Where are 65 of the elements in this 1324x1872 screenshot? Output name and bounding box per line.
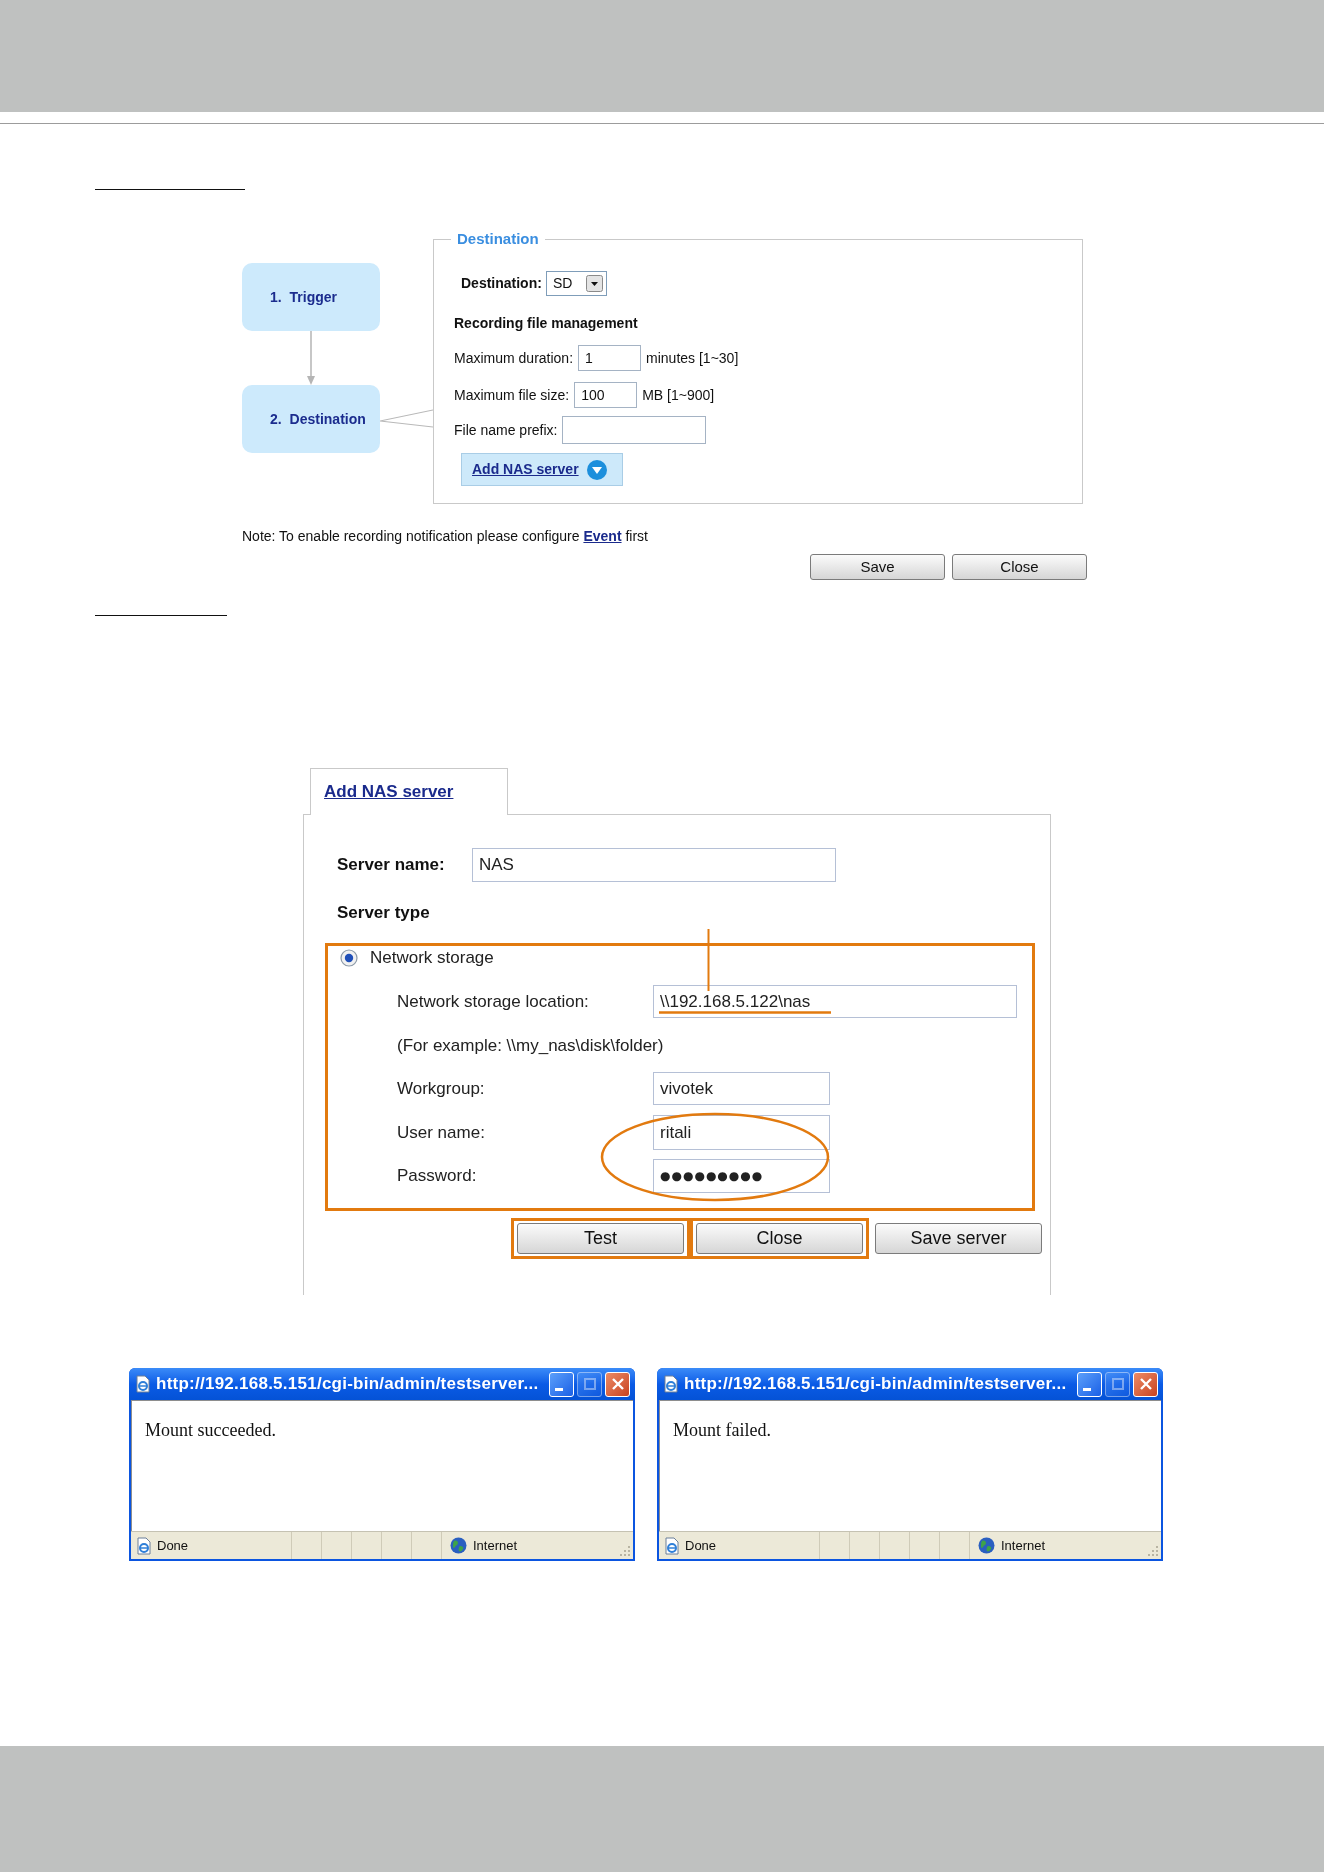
dialog-button[interactable]: Save server: [875, 1223, 1042, 1254]
dialog-button[interactable]: Close: [696, 1223, 863, 1254]
text-field[interactable]: 1: [578, 345, 642, 371]
zone-text: Internet: [473, 1536, 518, 1555]
window-title: http://192.168.5.151/cgi-bin/admin/testserver...: [156, 1374, 539, 1394]
callout-connector: [380, 409, 433, 428]
option-label: Network storage: [370, 947, 494, 970]
globe-icon: [978, 1537, 995, 1554]
connector-arrow: [306, 331, 316, 385]
close-icon: [611, 1378, 624, 1390]
field-label: Destination:: [461, 274, 542, 293]
minimize-button[interactable]: [549, 1371, 574, 1397]
status-text: Done: [157, 1536, 189, 1555]
unit-text: MB [1~900]: [642, 385, 715, 405]
down-triangle-circle-icon: [586, 459, 607, 480]
maximize-icon: [1111, 1378, 1124, 1390]
step-box[interactable]: 1. Trigger: [242, 263, 380, 331]
window-title: http://192.168.5.151/cgi-bin/admin/testserver...: [684, 1374, 1067, 1394]
text-field[interactable]: ritali: [653, 1115, 830, 1150]
example-text: (For example: \\my_nas\disk\folder): [397, 1035, 664, 1057]
text-field[interactable]: 100: [574, 382, 638, 408]
field-label: Maximum file size:: [454, 385, 570, 405]
section-title: Server type: [337, 903, 430, 923]
minimize-button[interactable]: [1077, 1371, 1102, 1397]
add-nas-server-tab[interactable]: Add NAS server: [310, 768, 508, 815]
unit-text: minutes [1~30]: [646, 348, 739, 368]
status-text: Done: [685, 1536, 717, 1555]
globe-icon: [450, 1537, 467, 1554]
page-icon: [663, 1536, 681, 1555]
resize-grip-icon: [1147, 1545, 1159, 1557]
step-box[interactable]: 2. Destination: [242, 385, 380, 453]
field-label: Maximum duration:: [454, 348, 574, 368]
text-field[interactable]: \\192.168.5.122\nas: [653, 985, 1017, 1018]
radio-button[interactable]: [340, 949, 358, 967]
field-label: Server name:: [337, 854, 446, 877]
minimize-icon: [555, 1387, 563, 1391]
page-icon: [134, 1375, 152, 1393]
page-icon: [135, 1536, 153, 1555]
zone-text: Internet: [1001, 1536, 1046, 1555]
destination-select[interactable]: SD: [545, 271, 607, 296]
add-nas-server-button[interactable]: Add NAS server: [461, 453, 623, 486]
close-icon: [1139, 1378, 1152, 1390]
text-field[interactable]: vivotek: [653, 1072, 830, 1105]
dialog-button[interactable]: Test: [517, 1223, 684, 1254]
section-title: Recording file management: [454, 314, 639, 332]
event-link[interactable]: Event: [583, 528, 622, 544]
field-label: User name:: [397, 1121, 486, 1144]
resize-grip-icon: [619, 1545, 631, 1557]
dialog-button[interactable]: Save: [810, 554, 945, 580]
page-icon: [662, 1375, 680, 1393]
text-field[interactable]: ●●●●●●●●●: [653, 1159, 830, 1193]
message-text: Mount succeeded.: [145, 1419, 277, 1441]
field-label: File name prefix:: [454, 420, 558, 440]
minimize-icon: [1083, 1387, 1091, 1391]
maximize-icon: [583, 1378, 596, 1390]
field-label: Password:: [397, 1165, 478, 1188]
close-button[interactable]: [1133, 1371, 1158, 1397]
close-button[interactable]: [605, 1371, 630, 1397]
note-text: Note: To enable recording notification please configure Event first: [242, 527, 648, 545]
dialog-button[interactable]: Close: [952, 554, 1087, 580]
text-field[interactable]: NAS: [472, 848, 836, 882]
text-field[interactable]: [562, 416, 707, 444]
field-label: Network storage location:: [397, 990, 590, 1013]
field-label: Workgroup:: [397, 1077, 486, 1100]
message-text: Mount failed.: [673, 1419, 772, 1441]
